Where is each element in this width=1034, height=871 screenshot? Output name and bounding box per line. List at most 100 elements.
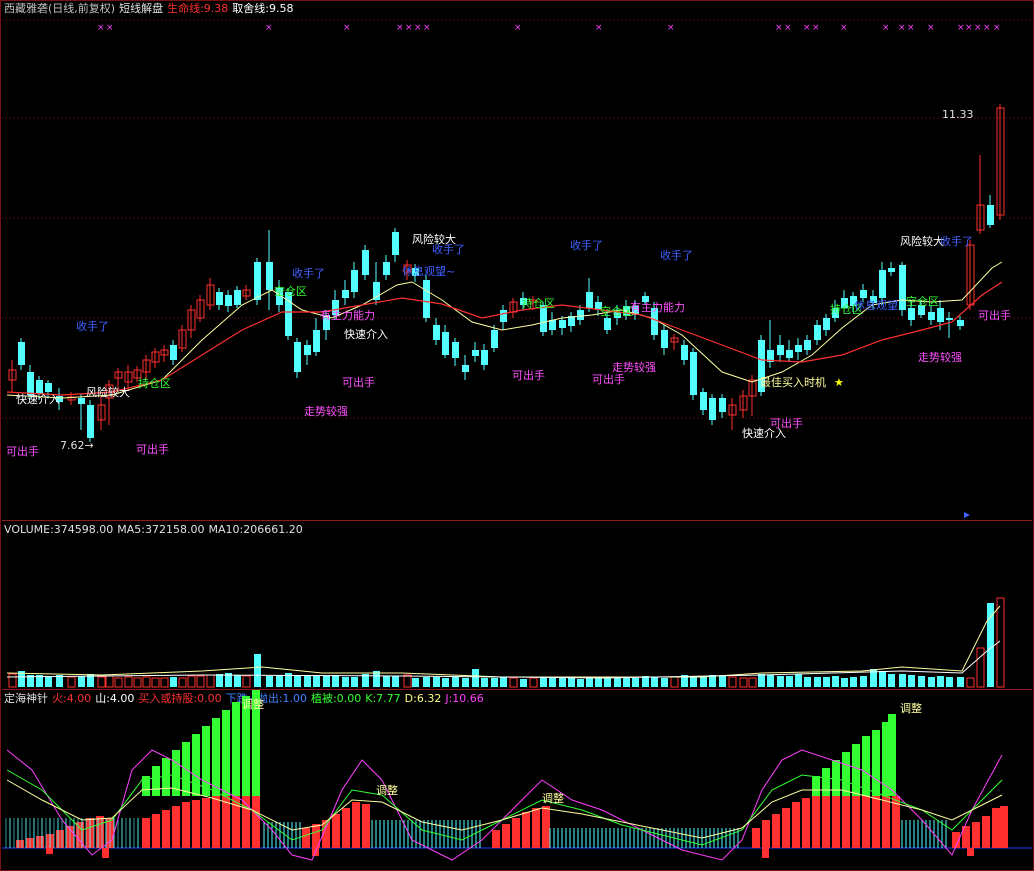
osc-plant-bar	[192, 734, 200, 796]
osc-adjust-label: 调整	[900, 701, 922, 715]
vol-ma5-line	[6, 605, 1001, 678]
signal-sellable: 可出手	[770, 417, 803, 430]
osc-fire-bar	[202, 798, 210, 848]
volume-bar-down	[795, 674, 802, 687]
signal-empty-zone: 空仓区	[600, 305, 633, 318]
candle-body-down	[234, 290, 241, 305]
signal-x-marker: ×	[405, 23, 413, 33]
signal-main-power: 有主力能力	[630, 301, 685, 314]
osc-fire-bar	[212, 796, 220, 848]
signal-sellable: 可出手	[978, 309, 1011, 322]
price-pane[interactable]: 西藏雅砻(日线,前复权) 短线解盘 生命线:9.38 取舍线:9.58 × × × × × × ×…	[2, 0, 1032, 519]
osc-fire-bar	[842, 796, 850, 848]
osc-plant-bar	[202, 726, 210, 796]
volume-bar-down	[313, 676, 320, 687]
candle-body-down	[304, 345, 311, 355]
volume-bar-down	[577, 679, 584, 687]
low-price-label: 7.62→	[60, 439, 94, 452]
candle-body-down	[681, 345, 688, 360]
candle-body-down	[442, 332, 449, 355]
volume-bar-down	[586, 678, 593, 687]
osc-fire-bar	[192, 800, 200, 848]
volume-bar-down	[928, 677, 935, 687]
signal-strong-trend: 走势较强	[304, 405, 348, 418]
volume-bar-up	[133, 677, 142, 688]
volume-chart[interactable]	[2, 521, 1032, 689]
candle-body-down	[462, 365, 469, 372]
candle-body-down	[254, 262, 261, 300]
candle-body-down	[786, 350, 793, 358]
oscillator-pane[interactable]: 定海神针 火:4.00 山:4.00 买入或持股:0.00 下跌→抛出:1.00 植被:0…	[2, 689, 1032, 870]
candle-body-down	[559, 320, 566, 328]
signal-x-marker: ×	[423, 23, 431, 33]
price-chart[interactable]: × × × × × × × × × × × × × × × × × × × × × × × × ×	[2, 0, 1032, 519]
osc-fire-neg-bar	[46, 848, 53, 854]
candle-body-down	[87, 405, 94, 438]
volume-bar-down	[651, 677, 658, 687]
signal-risk-high: 风险较大	[900, 235, 944, 248]
volume-bar-down	[549, 678, 556, 687]
volume-bar-down	[234, 675, 241, 687]
signal-x-marker: ×	[514, 23, 522, 33]
osc-fire-bar	[16, 840, 24, 848]
candle-body-down	[888, 268, 895, 272]
signal-best-buy: 最佳买入时机	[760, 376, 826, 389]
signal-fast-entry: 快速介入	[16, 393, 60, 406]
candle-body-down	[937, 308, 944, 322]
volume-bar-down	[392, 676, 399, 687]
signal-take-profit: 收手了	[570, 239, 603, 252]
candle-body-down	[452, 342, 459, 358]
oscillator-chart[interactable]: 调整调整调整调整	[2, 690, 1032, 870]
candle-body-down	[946, 318, 953, 320]
candle-body-down	[987, 205, 994, 225]
candle-body-down	[795, 345, 802, 352]
volume-bar-down	[462, 678, 469, 687]
candle-body-down	[18, 342, 25, 365]
volume-bar-down	[294, 675, 301, 687]
candle-body-down	[342, 290, 349, 298]
osc-plant-bar	[152, 766, 160, 796]
volume-bar-up	[748, 677, 757, 688]
candle-body-down	[908, 308, 915, 320]
signal-x-marker: ×	[106, 23, 114, 33]
osc-fire-bar	[182, 802, 190, 848]
signal-x-marker: ×	[927, 23, 935, 33]
candle-body-down	[777, 345, 784, 355]
volume-bar-down	[520, 679, 527, 687]
candle-body-down	[928, 312, 935, 320]
osc-fire-bar	[302, 828, 310, 848]
volume-bar-down	[804, 677, 811, 687]
volume-bar-down	[823, 677, 830, 687]
volume-bar-down	[899, 674, 906, 687]
osc-plant-bar	[888, 714, 896, 796]
osc-fire-bar	[982, 816, 990, 848]
volume-pane[interactable]: VOLUME:374598.00 MA5:372158.00 MA10:206661…	[2, 520, 1032, 689]
osc-fire-bar	[242, 794, 250, 848]
volume-bar-down	[442, 678, 449, 687]
volume-bar-down	[472, 669, 479, 687]
osc-fire-bar	[782, 808, 790, 848]
candle-body-down	[36, 380, 43, 394]
signal-fast-entry: 快速介入	[344, 328, 388, 341]
volume-bar-down	[568, 678, 575, 687]
volume-bar-down	[559, 678, 566, 687]
osc-plant-bar	[812, 776, 820, 796]
candle-body-down	[823, 318, 830, 330]
osc-adjust-label: 调整	[242, 697, 264, 711]
osc-plant-bar	[222, 710, 230, 796]
osc-fire-bar	[362, 804, 370, 848]
osc-fire-bar	[862, 796, 870, 848]
high-price-label: 11.33	[942, 108, 974, 121]
signal-sellable: 可出手	[342, 376, 375, 389]
volume-bar-down	[777, 676, 784, 687]
volume-bar-down	[491, 678, 498, 687]
volume-bar-up	[187, 675, 196, 688]
candle-body-down	[285, 292, 292, 336]
osc-fire-bar	[36, 836, 44, 848]
osc-plant-bar	[232, 702, 240, 796]
volume-bar-down	[719, 676, 726, 687]
signal-take-profit: 收手了	[76, 320, 109, 333]
signal-x-marker: ×	[898, 23, 906, 33]
osc-plant-bar	[242, 696, 250, 796]
scroll-marker-icon	[964, 512, 970, 518]
